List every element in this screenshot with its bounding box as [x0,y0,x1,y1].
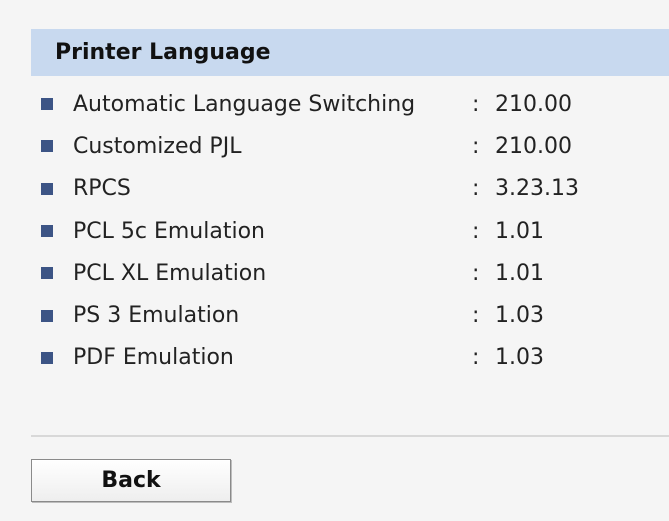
bullet-icon [41,140,53,153]
info-row-ps-3-emulation: PS 3 Emulation : 1.03 [31,294,669,336]
back-button[interactable]: Back [31,459,231,502]
info-value: 1.01 [495,218,544,244]
info-label: RPCS [73,176,131,202]
info-separator: : [472,91,480,117]
bullet-icon [41,267,53,280]
info-row-rpcs: RPCS : 3.23.13 [31,168,669,210]
info-value: 1.03 [495,345,544,371]
bullet-icon [41,225,53,238]
info-value: 1.01 [495,260,544,286]
info-label: PCL XL Emulation [73,260,267,286]
content-area: Printer Language Automatic Language Swit… [31,0,669,521]
info-row-customized-pjl: Customized PJL : 210.00 [31,125,669,167]
info-separator: : [472,345,480,371]
bullet-icon [41,182,53,195]
info-value: 1.03 [495,303,544,329]
info-row-pdf-emulation: PDF Emulation : 1.03 [31,337,669,379]
info-row-automatic-language-switching: Automatic Language Switching : 210.00 [31,83,669,125]
info-value: 3.23.13 [495,176,579,202]
info-separator: : [472,303,480,329]
info-row-pcl-xl-emulation: PCL XL Emulation : 1.01 [31,252,669,294]
section-header: Printer Language [31,29,669,76]
info-label: PS 3 Emulation [73,303,240,329]
info-label: PDF Emulation [73,345,234,371]
info-list: Automatic Language Switching : 210.00 Cu… [31,83,669,379]
info-value: 210.00 [495,91,572,117]
info-label: Customized PJL [73,133,242,159]
printer-language-page: Printer Language Automatic Language Swit… [0,0,669,521]
bullet-icon [41,351,53,364]
info-separator: : [472,260,480,286]
info-row-pcl-5c-emulation: PCL 5c Emulation : 1.01 [31,210,669,252]
bullet-icon [41,309,53,322]
divider [31,435,669,437]
info-value: 210.00 [495,133,572,159]
info-separator: : [472,176,480,202]
section-title: Printer Language [55,40,271,65]
info-separator: : [472,133,480,159]
info-label: PCL 5c Emulation [73,218,265,244]
bullet-icon [41,98,53,111]
info-label: Automatic Language Switching [73,91,416,117]
info-separator: : [472,218,480,244]
